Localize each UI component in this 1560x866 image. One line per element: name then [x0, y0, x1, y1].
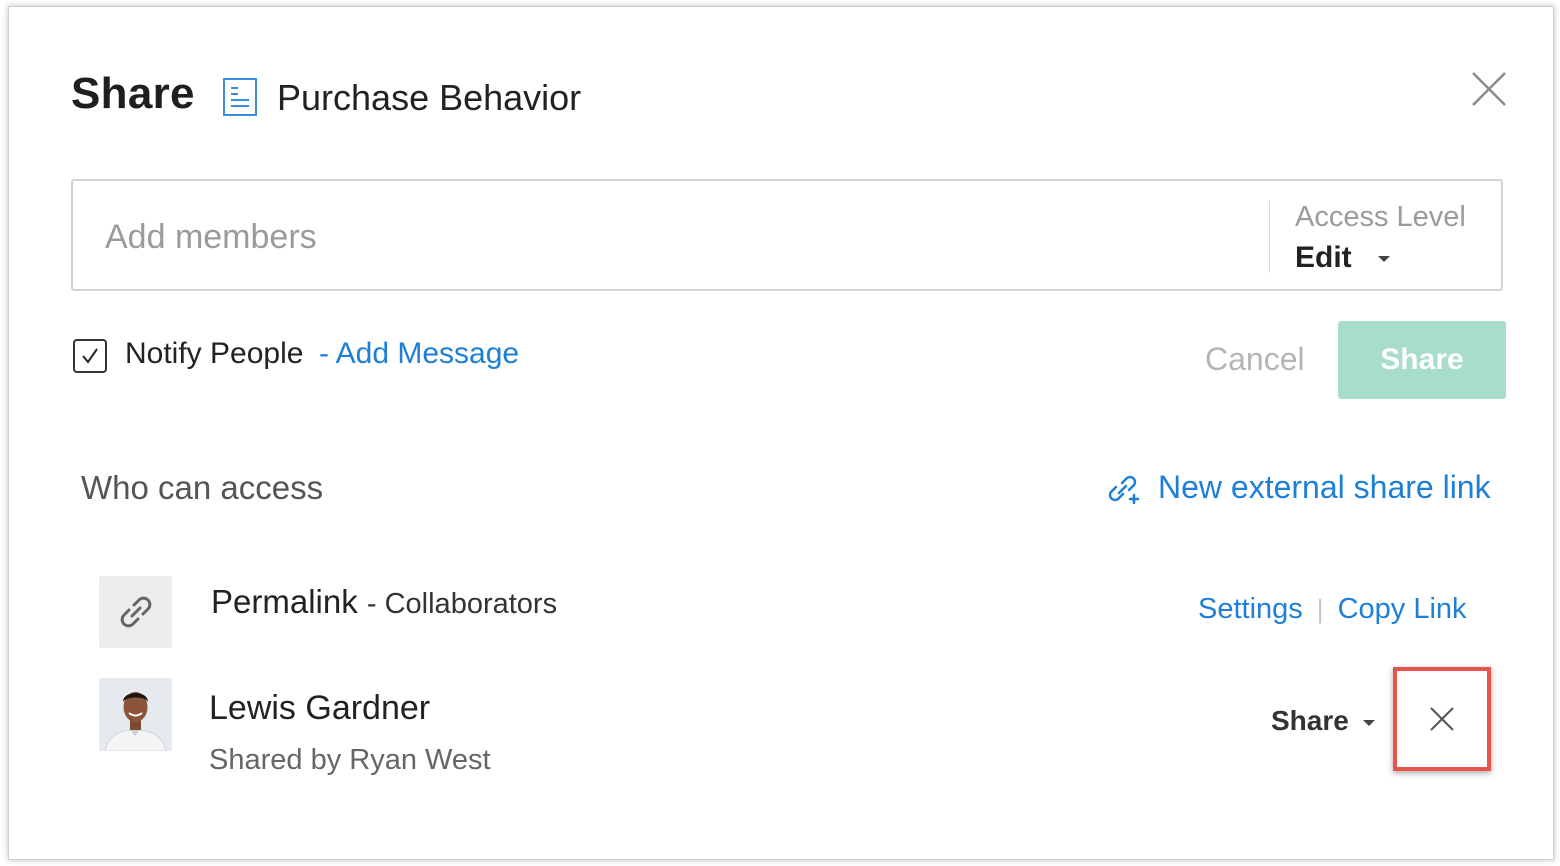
dialog-title: Share	[71, 69, 195, 118]
user-photo	[99, 678, 172, 751]
chevron-down-icon	[1377, 256, 1390, 263]
divider	[1269, 201, 1270, 273]
remove-user-button[interactable]	[1393, 667, 1491, 771]
separator: |	[1316, 594, 1324, 624]
who-can-access-heading: Who can access	[81, 469, 324, 506]
add-members-input[interactable]	[103, 211, 1207, 263]
permalink-title: Permalink - Collaborators	[211, 583, 557, 621]
copy-link-button[interactable]: Copy Link	[1338, 593, 1467, 625]
document-name: Purchase Behavior	[277, 77, 582, 118]
shared-by-text: Shared by Ryan West	[209, 744, 491, 776]
link-icon	[120, 596, 151, 628]
user-role-value: Share	[1271, 705, 1349, 736]
checkmark-icon	[82, 348, 98, 364]
user-role-dropdown[interactable]: Share	[1271, 705, 1375, 737]
close-icon	[1430, 707, 1454, 731]
notify-label: Notify People	[125, 337, 304, 370]
document-icon	[223, 78, 257, 116]
access-level-label: Access Level	[1295, 201, 1466, 233]
access-level-dropdown[interactable]: Edit	[1295, 241, 1390, 275]
notify-checkbox[interactable]	[73, 339, 107, 373]
new-external-share-link-label: New external share link	[1158, 469, 1491, 505]
permalink-actions: Settings | Copy Link	[1198, 593, 1467, 626]
access-level-value: Edit	[1295, 241, 1352, 274]
cancel-button[interactable]: Cancel	[1205, 341, 1305, 378]
avatar	[99, 678, 172, 751]
user-name: Lewis Gardner	[209, 689, 431, 727]
share-dialog: Share Purchase Behavior Access Level Edi…	[8, 6, 1554, 860]
add-message-link[interactable]: - Add Message	[319, 337, 519, 371]
close-icon[interactable]	[1469, 69, 1509, 109]
link-plus-icon	[1108, 475, 1140, 504]
add-members-box: Access Level Edit	[71, 179, 1503, 291]
permalink-subtitle: - Collaborators	[366, 588, 558, 620]
chevron-down-icon	[1362, 719, 1375, 726]
permalink-label: Permalink	[211, 583, 358, 620]
new-external-share-link[interactable]: New external share link	[1104, 469, 1491, 506]
permalink-avatar	[99, 576, 172, 648]
share-button[interactable]: Share	[1338, 321, 1506, 399]
settings-link[interactable]: Settings	[1198, 593, 1303, 625]
